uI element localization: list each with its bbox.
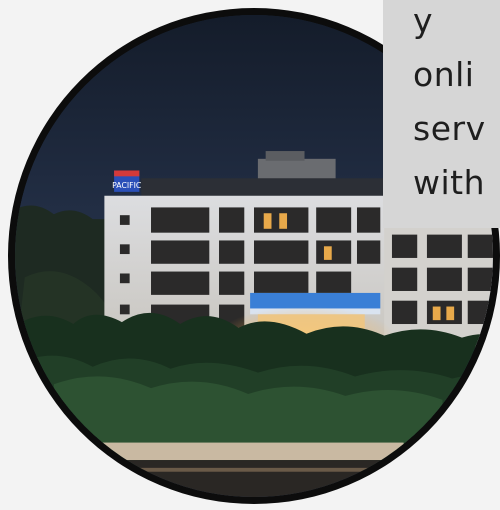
text-card-line-1: y bbox=[413, 1, 434, 40]
text-card-line-3: serv bbox=[413, 109, 486, 148]
page: PACIFIC y onli serv with bbox=[0, 0, 500, 510]
text-card-line-2: onli bbox=[413, 55, 475, 94]
text-card: y onli serv with bbox=[383, 0, 500, 228]
text-card-line-4: with bbox=[413, 163, 486, 202]
hotel-sign-text: PACIFIC bbox=[112, 181, 141, 190]
